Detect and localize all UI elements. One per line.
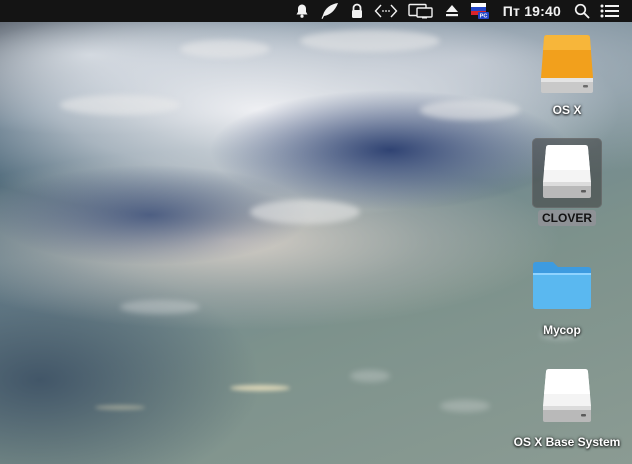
input-source-flag-icon[interactable]: PC xyxy=(465,0,495,22)
desktop-item-os-x[interactable]: OS X xyxy=(507,30,627,118)
feather-icon[interactable] xyxy=(315,0,345,22)
lock-icon[interactable] xyxy=(345,0,369,22)
notification-bell-icon[interactable] xyxy=(289,0,315,22)
display-mirror-icon[interactable] xyxy=(403,0,439,22)
input-source-badge: PC xyxy=(479,14,487,20)
white-drive-icon xyxy=(532,362,602,432)
code-bracket-icon[interactable] xyxy=(369,0,403,22)
desktop-item-label: OS X Base System xyxy=(513,435,621,449)
folder-icon xyxy=(527,250,597,320)
menu-bar: PC Пт 19:40 xyxy=(0,0,632,22)
list-icon[interactable] xyxy=(595,0,632,22)
desktop-item-label: OS X xyxy=(552,103,582,117)
desktop-item-trash-folder[interactable]: Мусор xyxy=(502,250,622,338)
desktop-item-label: Мусор xyxy=(543,323,581,337)
desktop-item-clover[interactable]: CLOVER xyxy=(507,138,627,226)
orange-drive-icon xyxy=(532,30,602,100)
desktop-item-label: CLOVER xyxy=(537,210,596,226)
white-drive-icon xyxy=(532,138,602,208)
desktop-item-os-x-base-system[interactable]: OS X Base System xyxy=(507,362,627,450)
eject-icon[interactable] xyxy=(439,0,465,22)
search-icon[interactable] xyxy=(569,0,595,22)
menubar-clock[interactable]: Пт 19:40 xyxy=(495,0,569,22)
